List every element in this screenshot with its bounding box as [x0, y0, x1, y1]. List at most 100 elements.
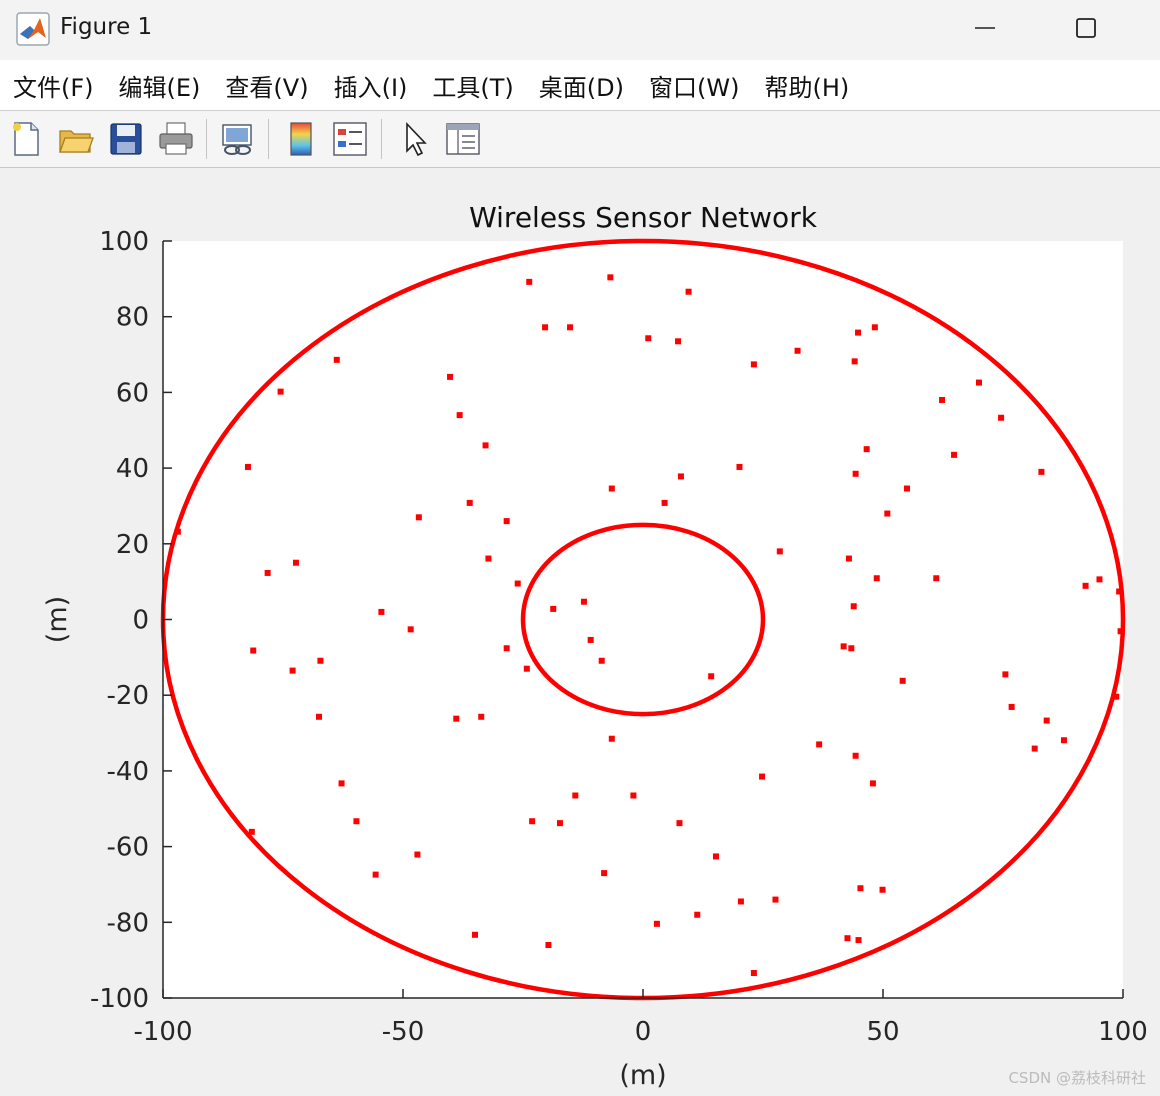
sensor-node — [939, 396, 946, 403]
figure-canvas: -100 -50 0 50 100 -100 -80 -60 -40 -20 0 20 40 60 80 10… — [0, 168, 1160, 1096]
x-tick-label: -100 — [133, 1017, 192, 1047]
legend-icon[interactable] — [330, 119, 370, 159]
sensor-node — [292, 559, 299, 566]
y-tick-label: -60 — [107, 833, 149, 863]
colorbar-icon[interactable] — [281, 119, 321, 159]
sensor-node — [951, 451, 958, 458]
sensor-node — [598, 657, 605, 664]
sensor-node — [653, 920, 660, 927]
plot-area — [163, 241, 1123, 998]
sensor-node — [572, 792, 579, 799]
y-tick-label: -100 — [90, 984, 149, 1014]
sensor-node — [675, 338, 682, 345]
sensor-node — [482, 442, 489, 449]
sensor-node — [526, 278, 533, 285]
sensor-node — [250, 647, 257, 654]
sensor-node — [685, 288, 692, 295]
sensor-node — [1008, 703, 1015, 710]
sensor-node — [884, 510, 891, 517]
sensor-node — [1043, 717, 1050, 724]
sensor-node — [998, 414, 1005, 421]
sensor-node — [587, 636, 594, 643]
menu-desktop[interactable]: 桌面(D) — [526, 68, 636, 103]
y-tick-label: 60 — [116, 378, 149, 408]
sensor-node — [378, 608, 385, 615]
watermark: CSDN @荔枝科研社 — [1008, 1069, 1146, 1087]
x-tick-label: 50 — [866, 1017, 899, 1047]
property-inspector-icon[interactable] — [443, 119, 483, 159]
sensor-node — [845, 555, 852, 562]
sensor-node — [608, 485, 615, 492]
sensor-node — [456, 412, 463, 419]
sensor-node — [277, 388, 284, 395]
sensor-node — [794, 347, 801, 354]
sensor-node — [317, 657, 324, 664]
window-titlebar: Figure 1 — [0, 0, 1160, 60]
sensor-node — [372, 871, 379, 878]
sensor-node — [759, 773, 766, 780]
menu-help[interactable]: 帮助(H) — [751, 68, 861, 103]
scatter-chart: -100 -50 0 50 100 -100 -80 -60 -40 -20 0 20 40 60 80 10… — [42, 201, 1148, 1091]
sensor-node — [712, 853, 719, 860]
menu-edit[interactable]: 编辑(E) — [106, 68, 213, 103]
maximize-icon — [1076, 18, 1096, 38]
sensor-node — [863, 446, 870, 453]
sensor-node — [503, 518, 510, 525]
new-figure-icon[interactable] — [6, 119, 46, 159]
sensor-node — [556, 820, 563, 827]
menu-file[interactable]: 文件(F) — [0, 68, 106, 103]
sensor-node — [607, 274, 614, 281]
sensor-node — [630, 792, 637, 799]
y-tick-label: 40 — [116, 454, 149, 484]
menu-window[interactable]: 窗口(W) — [636, 68, 751, 103]
sensor-node — [466, 499, 473, 506]
pointer-icon[interactable] — [395, 119, 435, 159]
y-tick-label: 100 — [99, 227, 149, 257]
sensor-node — [580, 598, 587, 605]
sensor-node — [415, 514, 422, 521]
sensor-node — [737, 898, 744, 905]
toolbar-separator — [381, 119, 382, 159]
maximize-button[interactable] — [1061, 8, 1111, 48]
figure-toolbar — [0, 111, 1160, 168]
sensor-node — [1082, 582, 1089, 589]
minimize-button[interactable] — [960, 8, 1010, 48]
menu-view[interactable]: 查看(V) — [212, 68, 320, 103]
menu-tools[interactable]: 工具(T) — [419, 68, 525, 103]
minimize-icon — [975, 27, 995, 29]
sensor-node — [353, 818, 360, 825]
open-file-icon[interactable] — [56, 119, 96, 159]
sensor-node — [750, 361, 757, 368]
y-tick-label: -20 — [107, 681, 149, 711]
toolbar-separator — [268, 119, 269, 159]
y-tick-label: -80 — [107, 908, 149, 938]
sensor-node — [472, 931, 478, 938]
sensor-node — [676, 820, 683, 827]
sensor-node — [248, 828, 255, 835]
sensor-node — [601, 870, 608, 877]
sensor-node — [816, 741, 823, 748]
y-tick-label: 80 — [116, 303, 149, 333]
sensor-node — [1117, 628, 1124, 635]
sensor-node — [338, 780, 345, 787]
sensor-node — [1060, 737, 1067, 744]
sensor-node — [677, 473, 684, 480]
link-plot-icon[interactable] — [218, 119, 258, 159]
save-icon[interactable] — [106, 119, 146, 159]
y-tick-label: -40 — [107, 757, 149, 787]
sensor-node — [316, 713, 322, 720]
print-icon[interactable] — [156, 119, 196, 159]
sensor-node — [453, 715, 460, 722]
sensor-node — [447, 373, 454, 380]
sensor-node — [545, 942, 552, 949]
menu-insert[interactable]: 插入(I) — [321, 68, 420, 103]
sensor-node — [736, 463, 743, 470]
x-tick-label: 0 — [635, 1017, 652, 1047]
sensor-node — [750, 970, 757, 977]
sensor-node — [289, 667, 296, 674]
y-tick-label: 20 — [116, 530, 149, 560]
sensor-node — [333, 356, 340, 363]
sensor-node — [407, 626, 414, 633]
sensor-node — [857, 885, 864, 892]
sensor-node — [542, 324, 549, 331]
